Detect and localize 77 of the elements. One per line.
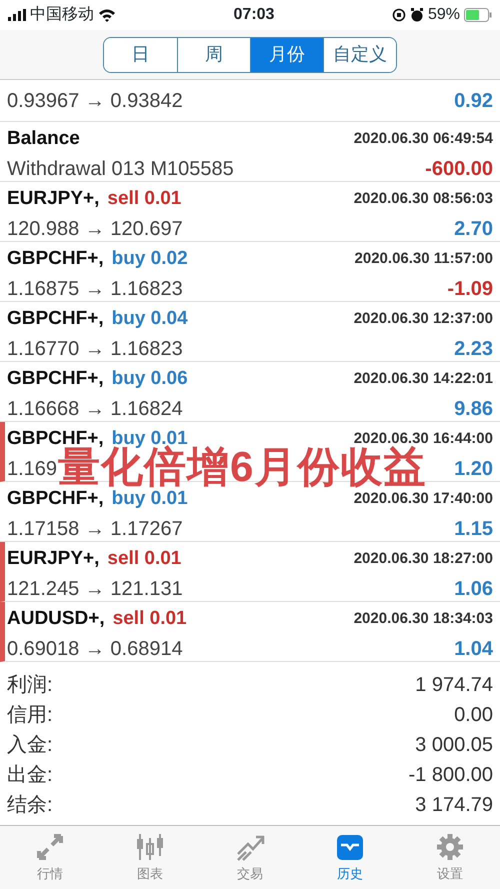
trade-symbol: GBPCHF+, [7, 487, 104, 511]
trade-symbol: EURJPY+, [7, 547, 100, 571]
trade-prices: 1.16875 → 1.16823 [7, 276, 183, 302]
arrows-icon [35, 832, 65, 862]
trade-prices: 1.169 [7, 456, 58, 482]
trade-profit: 1.20 [454, 456, 493, 482]
trade-time: 2020.06.30 18:27:00 [354, 549, 493, 569]
summary-label: 信用: [7, 703, 53, 728]
tab-bar-item[interactable]: 图表 [100, 826, 200, 889]
trade-profit: 1.15 [454, 516, 493, 542]
trade-volume: sell 0.01 [107, 547, 182, 571]
candlestick-icon [135, 832, 165, 862]
summary-label: 入金: [7, 733, 53, 758]
trade-symbol: GBPCHF+, [7, 247, 104, 271]
period-tab[interactable]: 自定义 [323, 38, 396, 72]
trade-profit: 9.86 [454, 396, 493, 422]
trade-symbol: AUDUSD+, [7, 607, 105, 631]
trade-prices: 1.17158 → 1.17267 [7, 516, 183, 542]
trade-time: 2020.06.30 17:40:00 [354, 489, 493, 509]
trade-prices: 0.69018 → 0.68914 [7, 636, 183, 662]
trade-symbol: GBPCHF+, [7, 367, 104, 391]
trade-profit: 2.70 [454, 216, 493, 242]
tab-bar-item[interactable]: 设置 [400, 826, 500, 889]
tab-bar-item[interactable]: 历史 [300, 826, 400, 889]
balance-comment: Withdrawal 013 M105585 [7, 156, 234, 182]
trade-symbol: Balance [7, 127, 80, 151]
inbox-icon [335, 832, 365, 862]
trade-profit: 2.23 [454, 336, 493, 362]
summary-value: 1 974.74 [415, 673, 493, 698]
trade-prices: 120.988 → 120.697 [7, 216, 183, 242]
trade-volume: buy 0.04 [112, 307, 188, 331]
trade-symbol: EURJPY+, [7, 187, 100, 211]
battery-percent: 59% [428, 5, 460, 25]
trade-time: 2020.06.30 06:49:54 [354, 129, 493, 149]
trade-volume: buy 0.06 [112, 367, 188, 391]
trade-time: 2020.06.30 12:37:00 [354, 309, 493, 329]
rotation-lock-icon [392, 8, 406, 22]
annotation-text: 量化倍增6月份收益 [58, 446, 426, 488]
period-tab[interactable]: 周 [177, 38, 250, 72]
summary-value: 3 174.79 [415, 793, 493, 818]
summary-label: 出金: [7, 763, 53, 788]
trade-time: 2020.06.30 18:34:03 [354, 609, 493, 629]
tab-bar-item[interactable]: 交易 [200, 826, 300, 889]
trade-profit: 0.92 [454, 88, 493, 114]
trade-time: 2020.06.30 08:56:03 [354, 189, 493, 209]
summary-value: -1 800.00 [408, 763, 493, 788]
trade-profit: -600.00 [425, 156, 493, 182]
carrier-name: 中国移动 [30, 4, 94, 25]
trade-prices: 1.16668 → 1.16824 [7, 396, 183, 422]
period-tab[interactable]: 月份 [250, 38, 323, 72]
battery-icon [464, 8, 492, 22]
signal-icon [8, 9, 26, 21]
trade-profit: -1.09 [447, 276, 493, 302]
trade-volume: buy 0.01 [112, 488, 188, 511]
alarm-icon [410, 8, 424, 22]
trade-symbol: GBPCHF+, [7, 307, 104, 331]
status-time: 07:03 [234, 6, 274, 23]
summary-value: 3 000.05 [415, 733, 493, 758]
wifi-icon [98, 8, 116, 22]
trade-symbol: GBPCHF+, [7, 427, 104, 449]
trade-time: 2020.06.30 11:57:00 [354, 249, 493, 269]
summary-label: 利润: [7, 673, 53, 698]
trade-prices: 1.16770 → 1.16823 [7, 336, 183, 362]
trade-volume: buy 0.02 [112, 247, 188, 271]
trade-time: 2020.06.30 14:22:01 [354, 369, 493, 389]
trade-profit: 1.04 [454, 636, 493, 662]
summary-label: 结余: [7, 793, 53, 818]
trade-prices: 0.93967 → 0.93842 [7, 88, 183, 114]
trade-volume: sell 0.01 [107, 187, 182, 211]
trade-volume: sell 0.01 [112, 607, 187, 631]
trade-time: 2020.06.30 16:44:00 [354, 429, 493, 447]
trade-prices: 121.245 → 121.131 [7, 576, 183, 602]
tab-bar-item[interactable]: 行情 [0, 826, 100, 889]
period-tab[interactable]: 日 [104, 38, 177, 72]
gear-icon [435, 832, 465, 862]
summary-value: 0.00 [454, 703, 493, 728]
trade-profit: 1.06 [454, 576, 493, 602]
